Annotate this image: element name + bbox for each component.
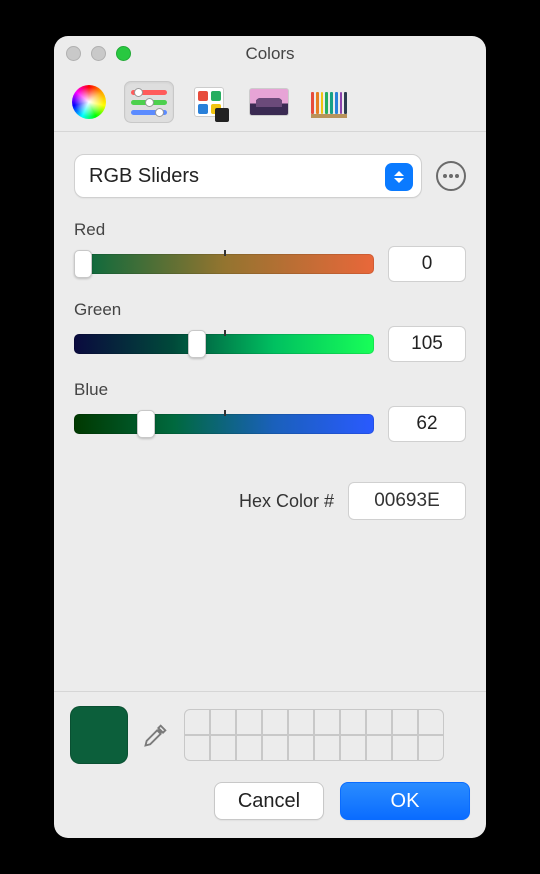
swatch-slot[interactable] — [288, 709, 314, 735]
swatch-slot[interactable] — [366, 709, 392, 735]
green-label: Green — [74, 300, 466, 320]
swatch-slot[interactable] — [236, 709, 262, 735]
slider-type-label: RGB Sliders — [89, 165, 199, 188]
sliders-panel: RGB Sliders Red 0 Green — [54, 132, 486, 691]
swatch-slot[interactable] — [210, 709, 236, 735]
window-title: Colors — [245, 44, 294, 64]
pencils-tab[interactable] — [304, 81, 354, 123]
footer: Cancel OK — [54, 691, 486, 838]
color-wheel-icon — [72, 85, 106, 119]
color-palettes-tab[interactable] — [184, 81, 234, 123]
swatch-slot[interactable] — [340, 735, 366, 761]
red-slider[interactable] — [74, 254, 374, 274]
swatch-slot[interactable] — [392, 735, 418, 761]
zoom-window-button[interactable] — [116, 46, 131, 61]
red-label: Red — [74, 220, 466, 240]
palette-icon — [194, 87, 224, 117]
more-options-button[interactable] — [436, 161, 466, 191]
swatch-slot[interactable] — [418, 709, 444, 735]
blue-slider-thumb[interactable] — [137, 410, 155, 438]
swatch-slot[interactable] — [210, 735, 236, 761]
ok-button[interactable]: OK — [340, 782, 470, 820]
titlebar: Colors — [54, 36, 486, 72]
hex-value-field[interactable]: 00693E — [348, 482, 466, 520]
swatch-slot[interactable] — [262, 735, 288, 761]
red-value-field[interactable]: 0 — [388, 246, 466, 282]
swatch-slot[interactable] — [184, 709, 210, 735]
pencils-icon — [311, 86, 347, 118]
picker-mode-toolbar — [54, 72, 486, 132]
blue-label: Blue — [74, 380, 466, 400]
swatch-slot[interactable] — [288, 735, 314, 761]
cancel-button[interactable]: Cancel — [214, 782, 324, 820]
color-sliders-tab[interactable] — [124, 81, 174, 123]
green-slider[interactable] — [74, 334, 374, 354]
image-palettes-tab[interactable] — [244, 81, 294, 123]
swatch-slot[interactable] — [366, 735, 392, 761]
sliders-icon — [131, 88, 167, 116]
swatch-slot[interactable] — [184, 735, 210, 761]
swatch-slot[interactable] — [262, 709, 288, 735]
swatch-slot[interactable] — [418, 735, 444, 761]
minimize-window-button[interactable] — [91, 46, 106, 61]
red-slider-thumb[interactable] — [74, 250, 92, 278]
image-icon — [249, 88, 289, 116]
blue-value-field[interactable]: 62 — [388, 406, 466, 442]
saved-swatches[interactable] — [184, 709, 444, 761]
green-value-field[interactable]: 105 — [388, 326, 466, 362]
hex-label: Hex Color # — [239, 491, 334, 512]
swatch-slot[interactable] — [340, 709, 366, 735]
swatch-slot[interactable] — [236, 735, 262, 761]
color-picker-window: Colors — [54, 36, 486, 838]
close-window-button[interactable] — [66, 46, 81, 61]
green-slider-thumb[interactable] — [188, 330, 206, 358]
chevron-up-down-icon — [385, 163, 413, 191]
slider-type-popup[interactable]: RGB Sliders — [74, 154, 422, 198]
blue-slider-group: Blue 62 — [74, 380, 466, 442]
swatch-slot[interactable] — [392, 709, 418, 735]
eyedropper-icon[interactable] — [142, 721, 170, 749]
red-slider-group: Red 0 — [74, 220, 466, 282]
current-color-swatch[interactable] — [70, 706, 128, 764]
swatch-slot[interactable] — [314, 735, 340, 761]
green-slider-group: Green 105 — [74, 300, 466, 362]
blue-slider[interactable] — [74, 414, 374, 434]
swatch-slot[interactable] — [314, 709, 340, 735]
color-wheel-tab[interactable] — [64, 81, 114, 123]
window-controls — [66, 46, 131, 61]
